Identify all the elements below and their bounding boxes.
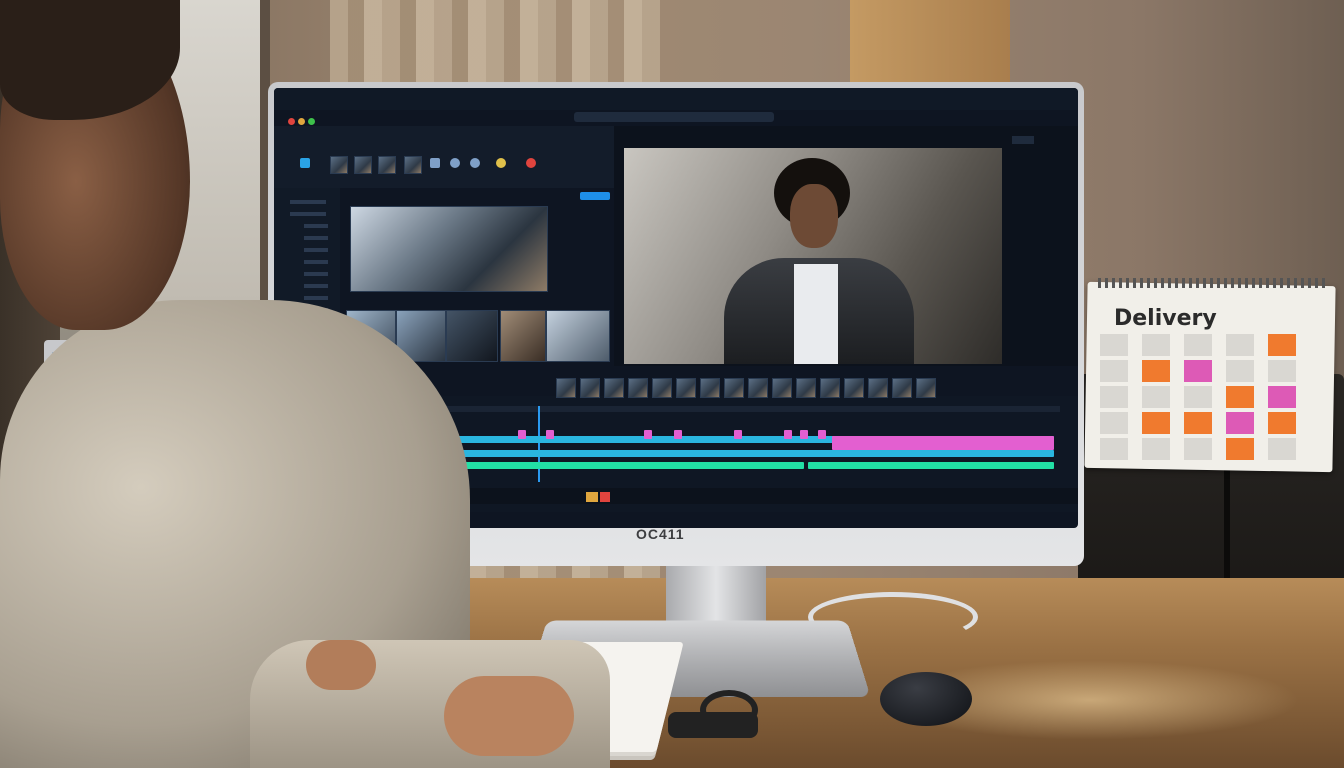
calendar-day-cell [1184,438,1212,460]
calendar-day-cell [1268,360,1296,382]
sidebar-item[interactable] [304,284,328,288]
calendar-rings [1098,278,1328,288]
sidebar-item[interactable] [290,200,326,204]
effect-thumbnail[interactable] [772,378,792,398]
media-clip-thumbnail[interactable] [446,310,498,362]
toolbar-thumbnail[interactable] [404,156,422,174]
subject-face [790,184,838,248]
timeline-clip[interactable] [734,430,742,439]
sidebar-item[interactable] [304,224,328,228]
viewer-settings-button[interactable] [1012,136,1034,144]
import-icon[interactable] [300,158,310,168]
view-toggle-button[interactable] [580,192,610,200]
calendar-day-cell [1142,360,1170,382]
timeline-clip[interactable] [674,430,682,439]
calendar-day-cell [1226,438,1254,460]
timeline-clip[interactable] [832,436,1054,450]
calendar-day-cell [1100,334,1128,356]
person-right-hand [444,676,574,756]
calendar-day-cell [1226,360,1254,382]
timeline-track[interactable] [808,462,1054,469]
calendar-day-cell [1100,438,1128,460]
calendar-day-cell [1226,412,1254,434]
calendar-day-cell [1142,334,1170,356]
calendar-day-cell [1100,412,1128,434]
computer-mouse [880,672,972,726]
sidebar-item[interactable] [304,248,328,252]
effect-thumbnail[interactable] [676,378,696,398]
toolbar-thumbnail[interactable] [354,156,372,174]
calendar-day-cell [1268,438,1296,460]
sticker-icon[interactable] [496,158,506,168]
calendar-day-cell [1142,386,1170,408]
subject-shirt [794,264,838,364]
timeline-clip[interactable] [546,430,554,439]
effect-thumbnail[interactable] [844,378,864,398]
transition-icon[interactable] [430,158,440,168]
maximize-window-button[interactable] [308,118,315,125]
close-window-button[interactable] [288,118,295,125]
calendar-day-cell [1268,412,1296,434]
sidebar-item[interactable] [304,260,328,264]
settings-icon[interactable] [470,158,480,168]
effect-thumbnail[interactable] [700,378,720,398]
calendar-day-cell [1100,386,1128,408]
effect-thumbnail[interactable] [652,378,672,398]
minimize-window-button[interactable] [298,118,305,125]
editor-titlebar [274,88,1078,110]
media-clip-thumbnail[interactable] [546,310,610,362]
calendar-day-cell [1226,386,1254,408]
playhead[interactable] [538,406,540,482]
monitor-brand-logo: OC411 [636,526,685,542]
sidebar-item[interactable] [304,272,328,276]
calendar-day-cell [1142,412,1170,434]
effect-thumbnail[interactable] [916,378,936,398]
effect-thumbnail[interactable] [628,378,648,398]
timeline-clip[interactable] [644,430,652,439]
effect-thumbnail[interactable] [796,378,816,398]
video-preview-frame[interactable] [624,148,1002,364]
media-toolbar [274,126,614,188]
person-left-hand [306,640,376,690]
calendar-day-cell [1184,334,1212,356]
effect-thumbnail[interactable] [892,378,912,398]
calendar-day-cell [1142,438,1170,460]
toolbar-thumbnail[interactable] [330,156,348,174]
calendar-day-cell [1184,412,1212,434]
calendar-day-cell [1100,360,1128,382]
record-icon[interactable] [600,492,610,502]
media-clip-thumbnail[interactable] [500,310,546,362]
calendar-day-cell [1268,386,1296,408]
effect-thumbnail[interactable] [556,378,576,398]
calendar-day-cell [1268,334,1296,356]
record-icon[interactable] [526,158,536,168]
calendar-day-cell [1226,334,1254,356]
effect-thumbnail[interactable] [868,378,888,398]
effects-icon[interactable] [450,158,460,168]
export-icon[interactable] [586,492,598,502]
timeline-clip[interactable] [518,430,526,439]
effect-thumbnail[interactable] [748,378,768,398]
effect-thumbnail[interactable] [724,378,744,398]
car-key [668,712,758,738]
timeline-clip[interactable] [800,430,808,439]
calendar-title: Delivery [1114,306,1217,331]
media-preview-thumbnail[interactable] [350,206,548,292]
toolbar-thumbnail[interactable] [378,156,396,174]
effect-thumbnail[interactable] [604,378,624,398]
timeline-ruler[interactable] [346,406,1060,412]
project-title-field[interactable] [574,112,774,122]
calendar-day-cell [1184,386,1212,408]
sidebar-item[interactable] [304,296,328,300]
curtain-right [850,0,1010,90]
effect-thumbnail[interactable] [820,378,840,398]
calendar-day-cell [1184,360,1212,382]
timeline-clip[interactable] [818,430,826,439]
sidebar-item[interactable] [290,212,326,216]
effect-thumbnail[interactable] [580,378,600,398]
sidebar-item[interactable] [304,236,328,240]
timeline-clip[interactable] [784,430,792,439]
